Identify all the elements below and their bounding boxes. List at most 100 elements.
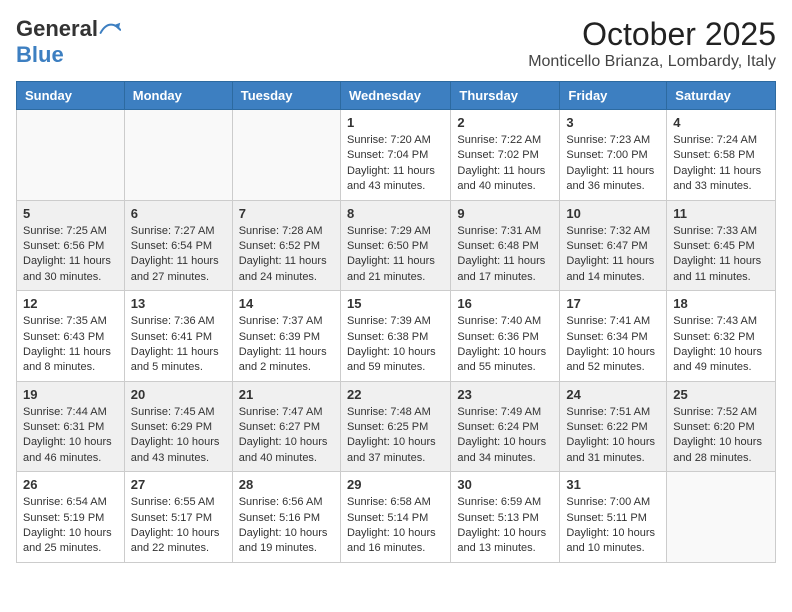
header-thursday: Thursday xyxy=(451,82,560,110)
day-number: 19 xyxy=(23,387,118,402)
calendar-cell-day-19: 19 Sunrise: 7:44 AM Sunset: 6:31 PM Dayli… xyxy=(17,381,125,472)
cell-content: Sunrise: 7:28 AM Sunset: 6:52 PM Dayligh… xyxy=(239,224,334,286)
day-number: 2 xyxy=(457,115,553,130)
cell-content: Sunrise: 7:31 AM Sunset: 6:48 PM Dayligh… xyxy=(457,224,553,286)
calendar-cell-day-3: 3 Sunrise: 7:23 AM Sunset: 7:00 PM Daylig… xyxy=(560,110,667,201)
cell-content: Sunrise: 7:37 AM Sunset: 6:39 PM Dayligh… xyxy=(239,314,334,376)
logo-general-text: General xyxy=(16,16,98,42)
day-number: 7 xyxy=(239,206,334,221)
day-number: 21 xyxy=(239,387,334,402)
calendar-cell-day-16: 16 Sunrise: 7:40 AM Sunset: 6:36 PM Dayli… xyxy=(451,291,560,382)
day-number: 20 xyxy=(131,387,226,402)
calendar-cell-day-12: 12 Sunrise: 7:35 AM Sunset: 6:43 PM Dayli… xyxy=(17,291,125,382)
cell-content: Sunrise: 6:56 AM Sunset: 5:16 PM Dayligh… xyxy=(239,495,334,557)
calendar-table: SundayMondayTuesdayWednesdayThursdayFrid… xyxy=(16,81,776,563)
empty-cell xyxy=(17,110,125,201)
calendar-week-row: 26Sunrise: 6:54 AM Sunset: 5:19 PM Dayli… xyxy=(17,472,776,563)
cell-content: Sunrise: 7:49 AM Sunset: 6:24 PM Dayligh… xyxy=(457,405,553,467)
calendar-week-row: 19 Sunrise: 7:44 AM Sunset: 6:31 PM Dayli… xyxy=(17,381,776,472)
header-friday: Friday xyxy=(560,82,667,110)
day-number: 23 xyxy=(457,387,553,402)
day-number: 6 xyxy=(131,206,226,221)
cell-content: Sunrise: 7:25 AM Sunset: 6:56 PM Dayligh… xyxy=(23,224,118,286)
title-block: October 2025 Monticello Brianza, Lombard… xyxy=(528,16,776,71)
day-number: 27 xyxy=(131,477,226,492)
calendar-cell-day-13: 13Sunrise: 7:36 AM Sunset: 6:41 PM Dayli… xyxy=(124,291,232,382)
calendar-cell-day-27: 27 Sunrise: 6:55 AM Sunset: 5:17 PM Dayli… xyxy=(124,472,232,563)
day-number: 25 xyxy=(673,387,769,402)
calendar-cell-day-8: 8 Sunrise: 7:29 AM Sunset: 6:50 PM Daylig… xyxy=(340,200,450,291)
day-number: 10 xyxy=(566,206,660,221)
empty-cell xyxy=(232,110,340,201)
day-number: 12 xyxy=(23,296,118,311)
day-number: 18 xyxy=(673,296,769,311)
calendar-cell-day-10: 10 Sunrise: 7:32 AM Sunset: 6:47 PM Dayli… xyxy=(560,200,667,291)
cell-content: Sunrise: 7:35 AM Sunset: 6:43 PM Dayligh… xyxy=(23,314,118,376)
calendar-cell-day-5: 5 Sunrise: 7:25 AM Sunset: 6:56 PM Daylig… xyxy=(17,200,125,291)
calendar-cell-day-18: 18 Sunrise: 7:43 AM Sunset: 6:32 PM Dayli… xyxy=(667,291,776,382)
day-number: 31 xyxy=(566,477,660,492)
calendar-cell-day-9: 9 Sunrise: 7:31 AM Sunset: 6:48 PM Daylig… xyxy=(451,200,560,291)
calendar-cell-day-20: 20Sunrise: 7:45 AM Sunset: 6:29 PM Dayli… xyxy=(124,381,232,472)
cell-content: Sunrise: 7:20 AM Sunset: 7:04 PM Dayligh… xyxy=(347,133,444,195)
cell-content: Sunrise: 7:40 AM Sunset: 6:36 PM Dayligh… xyxy=(457,314,553,376)
cell-content: Sunrise: 6:58 AM Sunset: 5:14 PM Dayligh… xyxy=(347,495,444,557)
day-number: 28 xyxy=(239,477,334,492)
day-number: 26 xyxy=(23,477,118,492)
day-number: 9 xyxy=(457,206,553,221)
cell-content: Sunrise: 6:55 AM Sunset: 5:17 PM Dayligh… xyxy=(131,495,226,557)
calendar-cell-day-22: 22 Sunrise: 7:48 AM Sunset: 6:25 PM Dayli… xyxy=(340,381,450,472)
day-number: 17 xyxy=(566,296,660,311)
calendar-cell-day-23: 23 Sunrise: 7:49 AM Sunset: 6:24 PM Dayli… xyxy=(451,381,560,472)
cell-content: Sunrise: 7:52 AM Sunset: 6:20 PM Dayligh… xyxy=(673,405,769,467)
calendar-cell-day-31: 31 Sunrise: 7:00 AM Sunset: 5:11 PM Dayli… xyxy=(560,472,667,563)
day-number: 22 xyxy=(347,387,444,402)
calendar-cell-day-11: 11 Sunrise: 7:33 AM Sunset: 6:45 PM Dayli… xyxy=(667,200,776,291)
cell-content: Sunrise: 7:36 AM Sunset: 6:41 PM Dayligh… xyxy=(131,314,226,376)
cell-content: Sunrise: 7:32 AM Sunset: 6:47 PM Dayligh… xyxy=(566,224,660,286)
calendar-week-row: 12 Sunrise: 7:35 AM Sunset: 6:43 PM Dayli… xyxy=(17,291,776,382)
day-number: 5 xyxy=(23,206,118,221)
header-tuesday: Tuesday xyxy=(232,82,340,110)
header-wednesday: Wednesday xyxy=(340,82,450,110)
day-number: 11 xyxy=(673,206,769,221)
cell-content: Sunrise: 7:51 AM Sunset: 6:22 PM Dayligh… xyxy=(566,405,660,467)
calendar-week-row: 1 Sunrise: 7:20 AM Sunset: 7:04 PM Daylig… xyxy=(17,110,776,201)
day-number: 8 xyxy=(347,206,444,221)
day-number: 14 xyxy=(239,296,334,311)
cell-content: Sunrise: 7:41 AM Sunset: 6:34 PM Dayligh… xyxy=(566,314,660,376)
calendar-cell-day-1: 1 Sunrise: 7:20 AM Sunset: 7:04 PM Daylig… xyxy=(340,110,450,201)
day-number: 16 xyxy=(457,296,553,311)
empty-cell xyxy=(667,472,776,563)
day-number: 4 xyxy=(673,115,769,130)
header-sunday: Sunday xyxy=(17,82,125,110)
calendar-cell-day-14: 14 Sunrise: 7:37 AM Sunset: 6:39 PM Dayli… xyxy=(232,291,340,382)
day-number: 24 xyxy=(566,387,660,402)
calendar-subtitle: Monticello Brianza, Lombardy, Italy xyxy=(528,53,776,71)
header-monday: Monday xyxy=(124,82,232,110)
day-number: 30 xyxy=(457,477,553,492)
cell-content: Sunrise: 7:43 AM Sunset: 6:32 PM Dayligh… xyxy=(673,314,769,376)
cell-content: Sunrise: 7:48 AM Sunset: 6:25 PM Dayligh… xyxy=(347,405,444,467)
empty-cell xyxy=(124,110,232,201)
calendar-cell-day-29: 29 Sunrise: 6:58 AM Sunset: 5:14 PM Dayli… xyxy=(340,472,450,563)
cell-content: Sunrise: 7:44 AM Sunset: 6:31 PM Dayligh… xyxy=(23,405,118,467)
day-number: 29 xyxy=(347,477,444,492)
page-header: GeneralBlue October 2025 Monticello Bria… xyxy=(16,16,776,71)
cell-content: Sunrise: 7:33 AM Sunset: 6:45 PM Dayligh… xyxy=(673,224,769,286)
calendar-title: October 2025 xyxy=(528,16,776,53)
calendar-cell-day-24: 24 Sunrise: 7:51 AM Sunset: 6:22 PM Dayli… xyxy=(560,381,667,472)
cell-content: Sunrise: 7:23 AM Sunset: 7:00 PM Dayligh… xyxy=(566,133,660,195)
cell-content: Sunrise: 7:22 AM Sunset: 7:02 PM Dayligh… xyxy=(457,133,553,195)
calendar-cell-day-25: 25 Sunrise: 7:52 AM Sunset: 6:20 PM Dayli… xyxy=(667,381,776,472)
calendar-week-row: 5 Sunrise: 7:25 AM Sunset: 6:56 PM Daylig… xyxy=(17,200,776,291)
day-number: 1 xyxy=(347,115,444,130)
cell-content: Sunrise: 7:29 AM Sunset: 6:50 PM Dayligh… xyxy=(347,224,444,286)
cell-content: Sunrise: 7:24 AM Sunset: 6:58 PM Dayligh… xyxy=(673,133,769,195)
calendar-cell-day-30: 30Sunrise: 6:59 AM Sunset: 5:13 PM Dayli… xyxy=(451,472,560,563)
calendar-cell-day-26: 26Sunrise: 6:54 AM Sunset: 5:19 PM Dayli… xyxy=(17,472,125,563)
day-number: 3 xyxy=(566,115,660,130)
cell-content: Sunrise: 7:00 AM Sunset: 5:11 PM Dayligh… xyxy=(566,495,660,557)
calendar-cell-day-6: 6Sunrise: 7:27 AM Sunset: 6:54 PM Daylig… xyxy=(124,200,232,291)
calendar-cell-day-17: 17 Sunrise: 7:41 AM Sunset: 6:34 PM Dayli… xyxy=(560,291,667,382)
